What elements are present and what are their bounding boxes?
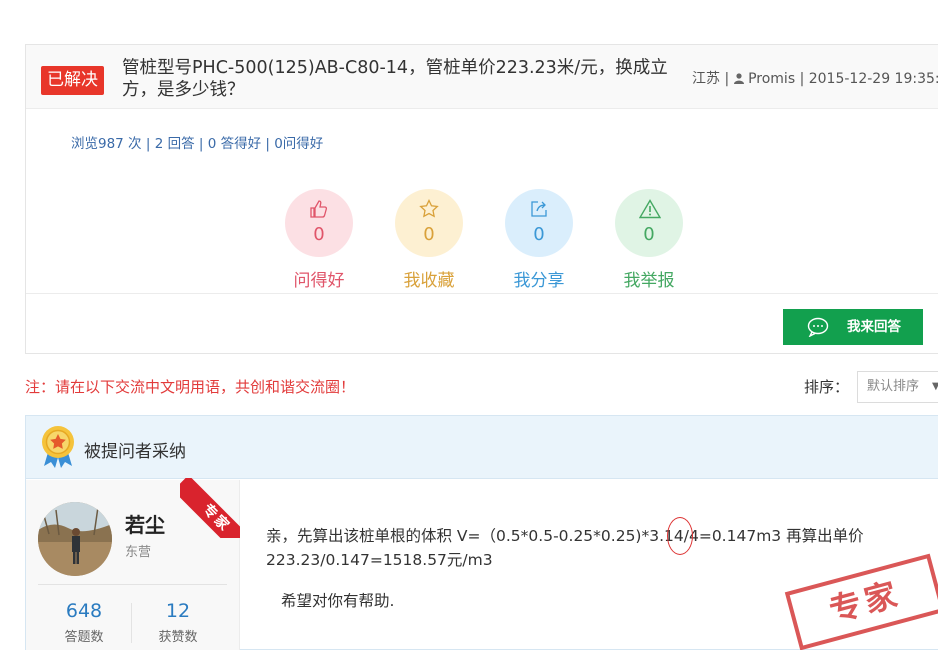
question-title: 管桩型号PHC-500(125)AB-C80-14，管桩单价223.23米/元，…: [122, 58, 668, 100]
divider: [26, 293, 938, 294]
warning-icon: [639, 199, 661, 219]
answers-count: 648: [65, 600, 103, 622]
action-count: 0: [423, 224, 435, 245]
question-author[interactable]: Promis: [748, 71, 795, 87]
good-question-action[interactable]: 0 问得好: [279, 189, 359, 291]
question-timestamp: 2015-12-29 19:35:58: [808, 71, 938, 87]
action-label[interactable]: 问得好: [279, 266, 359, 291]
action-label[interactable]: 我举报: [609, 266, 689, 291]
accepted-title: 被提问者采纳: [84, 442, 186, 462]
answers-count-label: 答题数: [64, 630, 104, 645]
sort-selected-value: 默认排序: [867, 379, 920, 394]
likes-count-stat: 12 获赞数: [138, 600, 218, 645]
action-circle[interactable]: 0: [285, 189, 353, 257]
meta-separator: |: [799, 71, 809, 87]
solved-badge: 已解决: [41, 66, 104, 95]
star-icon: [419, 199, 439, 218]
action-count: 0: [533, 224, 545, 245]
action-label[interactable]: 我收藏: [389, 266, 469, 291]
question-card: 已解决 管桩型号PHC-500(125)AB-C80-14，管桩单价223.23…: [25, 44, 938, 354]
annotation-circle: [667, 517, 693, 555]
share-action[interactable]: 0 我分享: [499, 189, 579, 291]
expert-ribbon: 专家: [180, 478, 240, 538]
answer-button[interactable]: 我来回答: [783, 309, 923, 345]
action-circle[interactable]: 0: [615, 189, 683, 257]
sort-select[interactable]: 默认排序 ▼: [857, 371, 938, 403]
action-circle[interactable]: 0: [505, 189, 573, 257]
divider: [38, 584, 227, 585]
answerer-location: 东营: [125, 545, 152, 560]
answer-text: 亲，先算出该桩单根的体积 V=（0.5*0.5-0.25*0.25)*3.14/…: [266, 527, 864, 569]
accepted-header: 被提问者采纳: [26, 416, 938, 479]
user-icon: [733, 73, 744, 84]
meta-separator: |: [724, 71, 734, 87]
action-circle[interactable]: 0: [395, 189, 463, 257]
answer-button-label: 我来回答: [847, 319, 901, 334]
chevron-down-icon: ▼: [932, 381, 938, 392]
question-region: 江苏: [692, 71, 720, 87]
action-count: 0: [313, 224, 325, 245]
page: 已解决 管桩型号PHC-500(125)AB-C80-14，管桩单价223.23…: [0, 0, 938, 650]
avatar-photo: [38, 502, 112, 576]
share-icon: [531, 201, 547, 217]
expert-ribbon-label: 专家: [180, 478, 240, 538]
help-text: 希望对你有帮助.: [281, 592, 395, 610]
likes-count: 12: [165, 600, 191, 622]
chat-bubble-icon: [807, 317, 829, 337]
likes-count-label: 获赞数: [158, 630, 198, 645]
avatar[interactable]: [38, 502, 112, 576]
medal-icon: [42, 426, 74, 468]
action-count: 0: [643, 224, 655, 245]
sort-label: 排序：: [804, 378, 850, 396]
question-meta: 江苏 | Promis | 2015-12-29 19:35:58: [692, 69, 938, 89]
answerer-name[interactable]: 若尘: [125, 509, 165, 538]
question-header: 已解决 管桩型号PHC-500(125)AB-C80-14，管桩单价223.23…: [26, 45, 938, 109]
question-stats: 浏览987 次 | 2 回答 | 0 答得好 | 0问得好: [71, 136, 324, 152]
action-label[interactable]: 我分享: [499, 266, 579, 291]
stat-separator: [131, 603, 132, 643]
answers-count-stat: 648 答题数: [44, 600, 124, 645]
favorite-action[interactable]: 0 我收藏: [389, 189, 469, 291]
civility-notice: 注：请在以下交流中文明用语，共创和谐交流圈！: [25, 378, 356, 396]
report-action[interactable]: 0 我举报: [609, 189, 689, 291]
thumbs-up-icon: [310, 200, 328, 218]
